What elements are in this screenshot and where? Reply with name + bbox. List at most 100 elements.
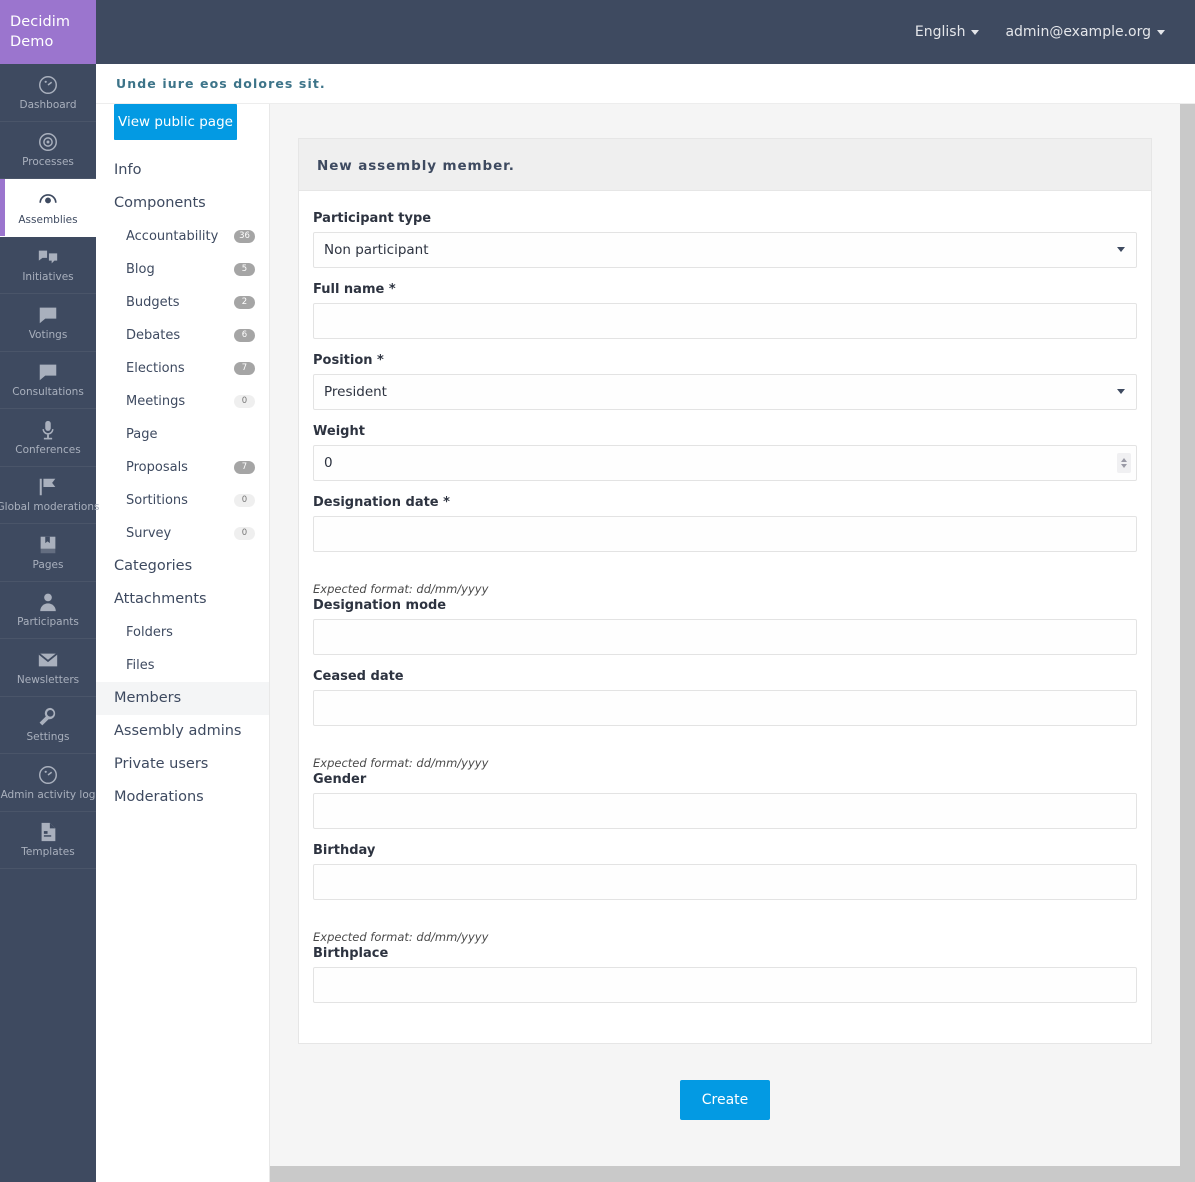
sidebar-item-settings[interactable]: Settings [0, 697, 96, 754]
quantity-stepper[interactable] [1117, 453, 1131, 473]
birthday-hint: Expected format: dd/mm/yyyy [313, 930, 489, 944]
form-actions: Create [270, 1044, 1180, 1164]
sidebar-item-templates[interactable]: Templates [0, 812, 96, 869]
sidebar-item-label: Budgets [126, 295, 180, 310]
status-badge: 2 [234, 296, 255, 309]
vertical-scrollbar-thumb[interactable] [1180, 104, 1195, 1166]
sidebar-item-processes[interactable]: Processes [0, 122, 96, 179]
sidebar-item-pages[interactable]: Pages [0, 524, 96, 582]
brand-logo[interactable]: Decidim Demo [0, 0, 96, 64]
sidebar-item-label: Sortitions [126, 493, 188, 508]
full-name-input[interactable] [313, 303, 1137, 339]
participant-type-select[interactable]: Non participant [313, 232, 1137, 268]
sidebar-item-budgets[interactable]: Budgets 2 [96, 286, 269, 319]
required-marker: * [377, 353, 384, 368]
chevron-down-icon [971, 29, 980, 35]
sidebar-item-files[interactable]: Files [96, 649, 269, 682]
horizontal-scrollbar-thumb[interactable] [270, 1166, 1195, 1182]
create-button[interactable]: Create [679, 1080, 771, 1120]
sidebar-item-assemblies[interactable]: Assemblies [0, 179, 96, 237]
sidebar-label: Pages [32, 558, 64, 571]
status-badge: 6 [234, 329, 255, 342]
sidebar-item-categories[interactable]: Categories [96, 550, 269, 583]
sidebar-item-votings[interactable]: Votings [0, 294, 96, 352]
birthday-input[interactable] [313, 864, 1137, 900]
sidebar-item-consultations[interactable]: Consultations [0, 352, 96, 409]
pages-icon [37, 534, 59, 556]
sidebar-item-conferences[interactable]: Conferences [0, 409, 96, 467]
sidebar-item-assembly-admins[interactable]: Assembly admins [96, 715, 269, 748]
field-designation-date: Designation date * [313, 495, 1137, 552]
sidebar-item-info[interactable]: Info [96, 154, 269, 187]
sidebar-item-label: Components [114, 195, 206, 211]
sidebar-item-global-moderations[interactable]: Global moderations [0, 467, 99, 524]
view-public-page-button[interactable]: View public page [114, 104, 237, 140]
sidebar-item-newsletters[interactable]: Newsletters [0, 639, 96, 697]
status-badge: 7 [234, 362, 255, 375]
sidebar-item-elections[interactable]: Elections 7 [96, 352, 269, 385]
language-label: English [914, 24, 966, 40]
horizontal-scrollbar[interactable] [270, 1166, 1195, 1182]
sidebar-item-private-users[interactable]: Private users [96, 748, 269, 781]
sidebar-item-label: Page [126, 427, 158, 442]
sidebar-label: Assemblies [18, 213, 78, 226]
sidebar-item-label: Private users [114, 756, 209, 772]
dashboard-icon [37, 74, 59, 96]
designation-mode-input[interactable] [313, 619, 1137, 655]
weight-input[interactable] [313, 445, 1137, 481]
sidebar-item-label: Categories [114, 558, 193, 574]
language-selector[interactable]: English [915, 24, 980, 40]
status-badge: 0 [234, 494, 255, 507]
field-ceased-date: Ceased date [313, 669, 1137, 726]
account-label: admin@example.org [1005, 24, 1151, 40]
assemblies-icon [37, 189, 59, 211]
sidebar-item-folders[interactable]: Folders [96, 616, 269, 649]
sidebar-item-members[interactable]: Members [96, 682, 269, 715]
designation-date-input[interactable] [313, 516, 1137, 552]
sidebar-item-debates[interactable]: Debates 6 [96, 319, 269, 352]
status-badge: 5 [234, 263, 255, 276]
sidebar-item-attachments[interactable]: Attachments [96, 583, 269, 616]
position-select[interactable]: President [313, 374, 1137, 410]
ceased-date-input[interactable] [313, 690, 1137, 726]
sidebar-item-dashboard[interactable]: Dashboard [0, 64, 96, 122]
sidebar-item-admin-activity-log[interactable]: Admin activity log [0, 754, 96, 812]
account-menu[interactable]: admin@example.org [1005, 24, 1165, 40]
designation-date-label-text: Designation date [313, 495, 439, 510]
birthplace-label: Birthplace [313, 946, 389, 961]
sidebar-item-moderations[interactable]: Moderations [96, 781, 269, 814]
admin-page: Decidim Demo Dashboard Processes Assembl… [0, 0, 1195, 1182]
sidebar-item-meetings[interactable]: Meetings 0 [96, 385, 269, 418]
vertical-scrollbar[interactable] [1180, 104, 1195, 1166]
secondary-sidebar: View public page Info Components Account… [96, 64, 270, 1182]
sidebar-item-blog[interactable]: Blog 5 [96, 253, 269, 286]
sidebar-item-label: Moderations [114, 789, 204, 805]
sidebar-item-accountability[interactable]: Accountability 36 [96, 220, 269, 253]
global-moderations-icon [37, 476, 59, 498]
birthplace-input[interactable] [313, 967, 1137, 1003]
status-badge: 0 [234, 527, 255, 540]
sidebar-item-components[interactable]: Components [96, 187, 269, 220]
sidebar-item-page[interactable]: Page [96, 418, 269, 451]
breadcrumb: Unde iure eos dolores sit. [96, 64, 1195, 104]
gender-input[interactable] [313, 793, 1137, 829]
sidebar-item-initiatives[interactable]: Initiatives [0, 237, 96, 294]
sidebar-label: Votings [28, 328, 68, 341]
sidebar-item-label: Folders [126, 625, 173, 640]
breadcrumb-assembly-link[interactable]: Unde iure eos dolores sit. [116, 76, 326, 91]
sidebar-item-label: Elections [126, 361, 185, 376]
sidebar-item-participants[interactable]: Participants [0, 582, 96, 639]
newsletters-icon [37, 649, 59, 671]
new-assembly-member-card: New assembly member. Participant type No… [298, 138, 1152, 1044]
sidebar-item-sortitions[interactable]: Sortitions 0 [96, 484, 269, 517]
sidebar-item-label: Accountability [126, 229, 219, 244]
ceased-date-label: Ceased date [313, 669, 404, 684]
sidebar-item-proposals[interactable]: Proposals 7 [96, 451, 269, 484]
chevron-down-icon [1157, 29, 1165, 35]
sidebar-item-survey[interactable]: Survey 0 [96, 517, 269, 550]
participant-type-label: Participant type [313, 211, 432, 226]
sidebar-label: Initiatives [22, 271, 74, 284]
sidebar-label: Newsletters [16, 673, 80, 686]
required-marker: * [388, 282, 396, 297]
full-name-label-text: Full name [313, 282, 385, 297]
